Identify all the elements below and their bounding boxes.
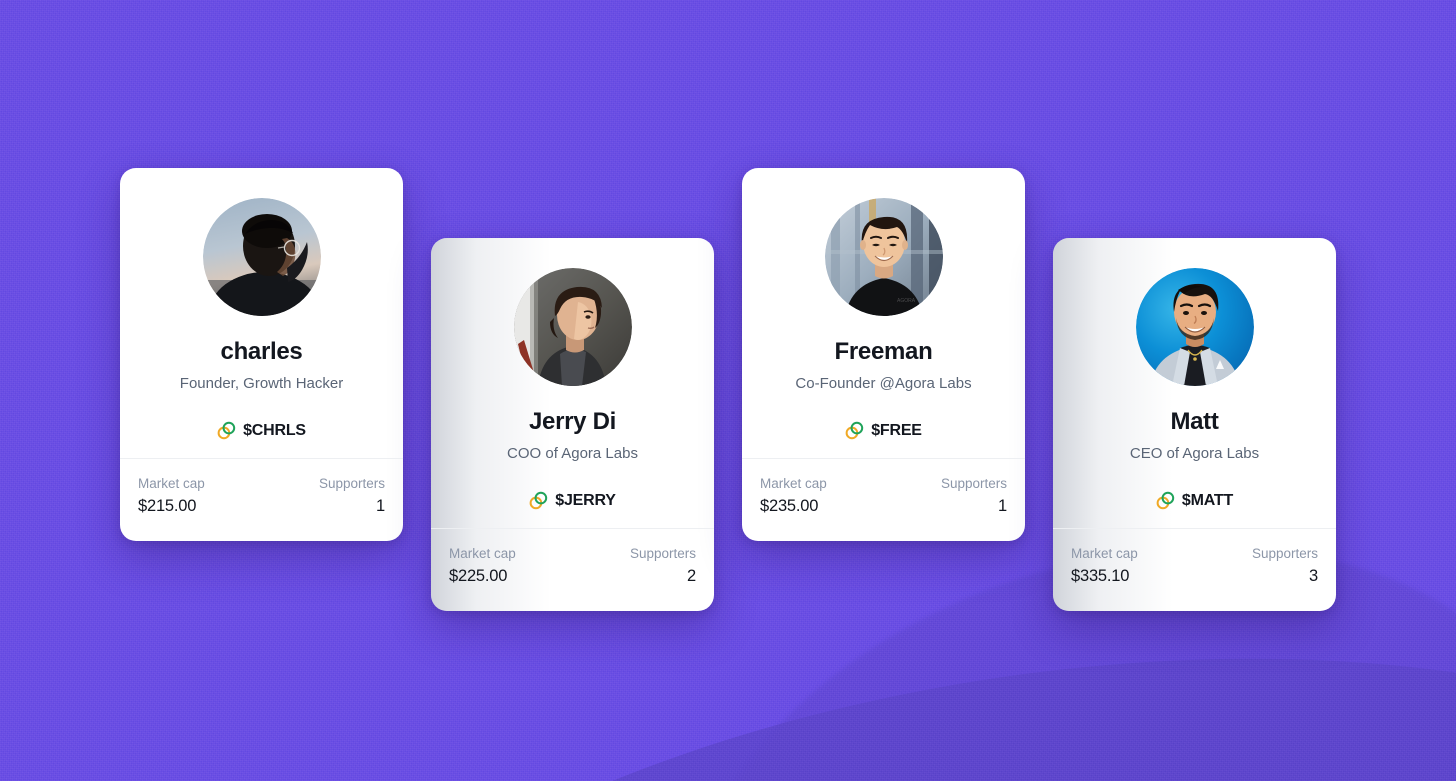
card-body: AGORA Freeman Co-Founder @Agora Labs $FR… xyxy=(742,168,1025,458)
stat-values-row: $215.00 1 xyxy=(138,497,385,516)
avatar xyxy=(1135,268,1254,386)
stat-labels-row: Market cap Supporters xyxy=(138,476,385,491)
market-cap-value: $215.00 xyxy=(138,497,197,515)
person-role: Founder, Growth Hacker xyxy=(179,375,344,393)
market-cap-value: $335.10 xyxy=(1071,567,1130,585)
interlocking-rings-icon xyxy=(217,422,236,440)
token-row[interactable]: $JERRY xyxy=(529,491,616,510)
stat-values-row: $335.10 3 xyxy=(1071,567,1318,586)
jerry-di-avatar-image xyxy=(513,268,632,386)
card-footer: Market cap Supporters $215.00 1 xyxy=(120,458,403,541)
supporters-value: 1 xyxy=(998,497,1007,515)
card-body: Jerry Di COO of Agora Labs $JERRY xyxy=(431,238,714,528)
token-symbol: $CHRLS xyxy=(243,421,306,439)
avatar: AGORA xyxy=(824,198,943,316)
svg-text:AGORA: AGORA xyxy=(897,298,916,304)
creator-card[interactable]: charles Founder, Growth Hacker $CHRLS Ma… xyxy=(120,168,403,541)
freeman-avatar-image: AGORA xyxy=(824,198,943,316)
interlocking-rings-icon xyxy=(529,492,548,510)
person-role: Co-Founder @Agora Labs xyxy=(795,375,972,393)
matt-avatar-image xyxy=(1135,268,1254,386)
stat-values-row: $235.00 1 xyxy=(760,497,1007,516)
supporters-label: Supporters xyxy=(629,546,696,561)
supporters-label: Supporters xyxy=(318,476,385,491)
charles-avatar-image xyxy=(202,198,321,316)
card-footer: Market cap Supporters $335.10 3 xyxy=(1053,528,1336,611)
market-cap-label: Market cap xyxy=(449,546,516,561)
supporters-value: 3 xyxy=(1309,567,1318,585)
market-cap-label: Market cap xyxy=(138,476,205,491)
person-name: Freeman xyxy=(834,338,933,365)
interlocking-rings-icon xyxy=(1156,492,1175,510)
token-row[interactable]: $MATT xyxy=(1156,491,1233,510)
market-cap-value: $235.00 xyxy=(760,497,819,515)
card-body: Matt CEO of Agora Labs $MATT xyxy=(1053,238,1336,528)
stat-labels-row: Market cap Supporters xyxy=(1071,546,1318,561)
creator-card[interactable]: AGORA Freeman Co-Founder @Agora Labs $FR… xyxy=(742,168,1025,541)
card-body: charles Founder, Growth Hacker $CHRLS xyxy=(120,168,403,458)
stat-labels-row: Market cap Supporters xyxy=(449,546,696,561)
supporters-value: 2 xyxy=(687,567,696,585)
supporters-value: 1 xyxy=(376,497,385,515)
market-cap-label: Market cap xyxy=(760,476,827,491)
token-symbol: $MATT xyxy=(1181,491,1234,509)
stat-values-row: $225.00 2 xyxy=(449,567,696,586)
person-role: CEO of Agora Labs xyxy=(1129,445,1260,463)
stat-labels-row: Market cap Supporters xyxy=(760,476,1007,491)
person-name: charles xyxy=(220,338,303,365)
supporters-label: Supporters xyxy=(1251,546,1318,561)
avatar xyxy=(513,268,632,386)
person-name: Matt xyxy=(1170,408,1219,435)
market-cap-label: Market cap xyxy=(1071,546,1138,561)
supporters-label: Supporters xyxy=(940,476,1007,491)
avatar xyxy=(202,198,321,316)
token-symbol: $FREE xyxy=(871,421,922,439)
card-footer: Market cap Supporters $225.00 2 xyxy=(431,528,714,611)
person-name: Jerry Di xyxy=(529,408,616,435)
person-role: COO of Agora Labs xyxy=(507,445,638,463)
creator-card[interactable]: Matt CEO of Agora Labs $MATT Market cap … xyxy=(1053,238,1336,611)
market-cap-value: $225.00 xyxy=(449,567,508,585)
token-symbol: $JERRY xyxy=(555,491,616,509)
interlocking-rings-icon xyxy=(845,422,864,440)
token-row[interactable]: $FREE xyxy=(845,421,922,440)
creator-card[interactable]: Jerry Di COO of Agora Labs $JERRY Market… xyxy=(431,238,714,611)
card-footer: Market cap Supporters $235.00 1 xyxy=(742,458,1025,541)
token-row[interactable]: $CHRLS xyxy=(217,421,306,440)
